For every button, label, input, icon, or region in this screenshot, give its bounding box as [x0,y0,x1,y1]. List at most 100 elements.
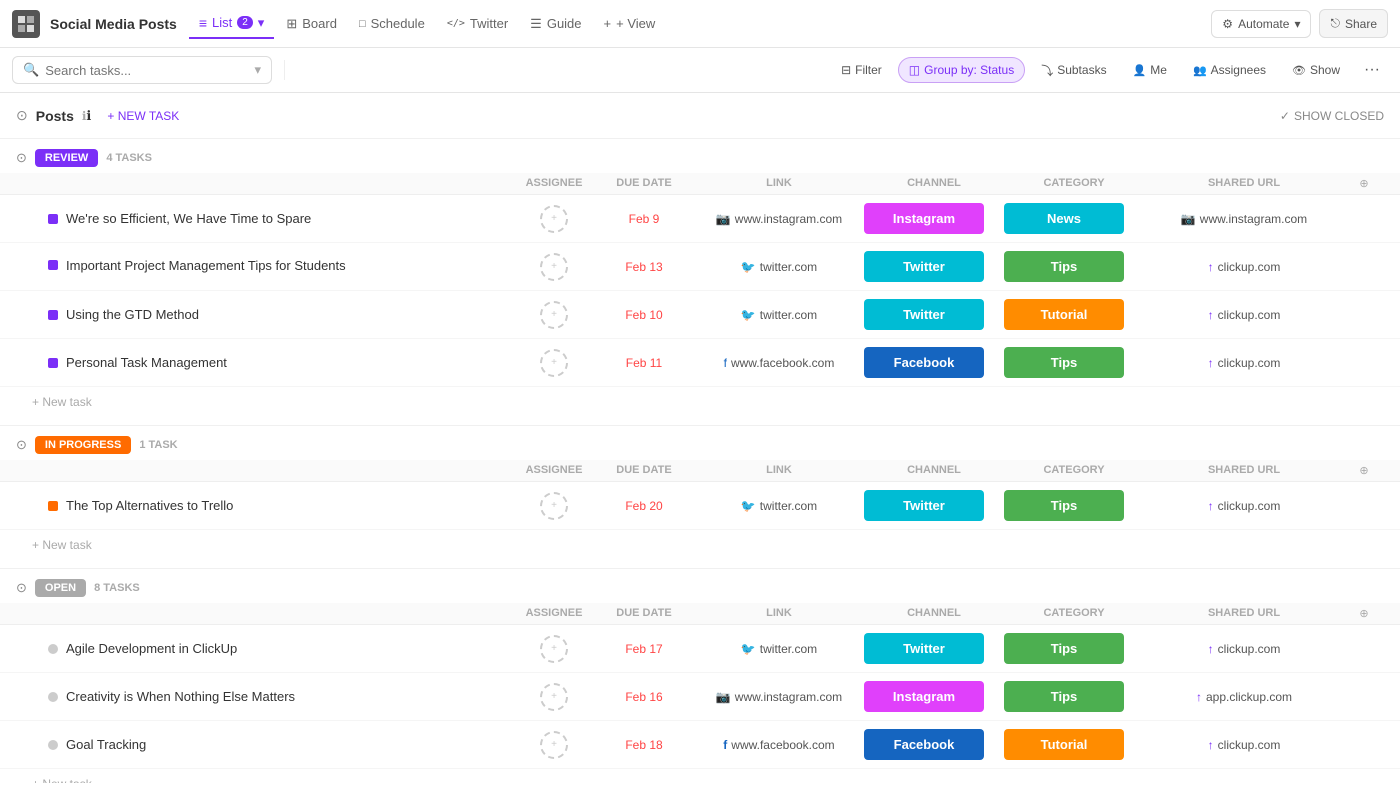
chevron-down-icon: ▾ [1294,17,1300,31]
channel-badge: Facebook [864,729,984,760]
due-date: Feb 9 [594,212,694,226]
inprogress-new-task-btn[interactable]: + New task [0,530,1400,560]
review-status-badge: REVIEW [35,149,98,167]
open-new-task-btn[interactable]: + New task [0,769,1400,783]
board-icon: ⊞ [286,16,297,32]
assignee-avatar[interactable]: + [540,301,568,329]
review-group: ⊙ REVIEW 4 TASKS ASSIGNEE DUE DATE LINK … [0,139,1400,417]
inprogress-status-badge: IN PROGRESS [35,436,131,454]
assignee-avatar[interactable]: + [540,635,568,663]
table-row: Agile Development in ClickUp + Feb 17 🐦 … [0,625,1400,673]
filter-btn[interactable]: ⊟ Filter [831,58,892,82]
tab-schedule[interactable]: □ Schedule [349,10,435,37]
add-column-btn[interactable]: ⊕ [1344,177,1384,190]
link-cell[interactable]: 🐦 twitter.com [694,260,864,274]
open-task-count: 8 TASKS [94,582,140,594]
task-name[interactable]: Important Project Management Tips for St… [66,257,346,275]
link-cell[interactable]: 🐦 twitter.com [694,642,864,656]
main-content: ⊙ Posts ℹ + NEW TASK ✓ SHOW CLOSED ⊙ REV… [0,93,1400,783]
task-name[interactable]: We're so Efficient, We Have Time to Spar… [66,211,311,226]
plus-icon: + [604,16,612,31]
task-name-cell: Important Project Management Tips for St… [48,257,514,275]
review-toggle[interactable]: ⊙ [16,150,27,166]
channel-badge: Twitter [864,251,984,282]
add-column-btn3[interactable]: ⊕ [1344,607,1384,620]
posts-title: Posts [36,108,74,124]
twitter-icon: 🐦 [741,260,756,274]
subtasks-btn[interactable]: ⤵ Subtasks [1031,57,1116,84]
task-name[interactable]: Using the GTD Method [66,307,199,322]
assignee-avatar[interactable]: + [540,492,568,520]
task-name[interactable]: Personal Task Management [66,355,227,370]
category-badge: Tutorial [1004,299,1124,330]
shared-url-cell[interactable]: ↑ clickup.com [1144,499,1344,513]
nav-right: ⚙ Automate ▾ ⎋ Share [1211,9,1388,38]
assignee-avatar[interactable]: + [540,683,568,711]
tab-twitter-view[interactable]: </> Twitter [437,10,518,37]
shared-url-cell[interactable]: ↑ clickup.com [1144,308,1344,322]
shared-url-cell[interactable]: ↑ clickup.com [1144,260,1344,274]
show-closed-btn[interactable]: ✓ SHOW CLOSED [1280,109,1384,123]
link-cell[interactable]: f www.facebook.com [694,356,864,370]
me-btn[interactable]: 👤 Me [1123,58,1177,82]
assignee-avatar[interactable]: + [540,349,568,377]
category-badge: Tips [1004,251,1124,282]
tab-guide[interactable]: ☰ Guide [520,10,591,38]
link-cell[interactable]: 📷 www.instagram.com [694,690,864,704]
shared-url-cell[interactable]: ↑ clickup.com [1144,738,1344,752]
clickup-icon: ↑ [1208,738,1214,752]
assignee-avatar[interactable]: + [540,253,568,281]
clickup-icon: ↑ [1208,356,1214,370]
link-cell[interactable]: 📷 www.instagram.com [694,212,864,226]
channel-badge: Facebook [864,347,984,378]
posts-toggle[interactable]: ⊙ [16,107,28,124]
tab-list[interactable]: ≡ List 2 ▾ [189,9,275,39]
chevron-down-icon: ▾ [254,62,261,78]
task-name[interactable]: Goal Tracking [66,737,146,752]
review-task-count: 4 TASKS [106,152,152,164]
col-category: CATEGORY [1004,177,1144,190]
show-btn[interactable]: 👁 Show [1282,58,1350,82]
check-icon: ✓ [1280,109,1290,123]
table-row: We're so Efficient, We Have Time to Spar… [0,195,1400,243]
col-assignee: ASSIGNEE [514,177,594,190]
toolbar-right: ⊟ Filter ◫ Group by: Status ⤵ Subtasks 👤… [831,56,1388,84]
inprogress-task-count: 1 TASK [139,439,177,451]
assignee-avatar[interactable]: + [540,205,568,233]
tab-board[interactable]: ⊞ Board [276,10,347,38]
link-cell[interactable]: 🐦 twitter.com [694,308,864,322]
link-cell[interactable]: 🐦 twitter.com [694,499,864,513]
search-box[interactable]: 🔍 ▾ [12,56,272,84]
code-icon: </> [447,18,465,29]
open-toggle[interactable]: ⊙ [16,580,27,596]
new-task-header-btn[interactable]: + NEW TASK [107,109,179,123]
task-name-cell: Personal Task Management [48,355,514,370]
task-name[interactable]: Agile Development in ClickUp [66,641,237,656]
category-badge: News [1004,203,1124,234]
due-date: Feb 16 [594,690,694,704]
task-name-cell: Creativity is When Nothing Else Matters [48,689,514,704]
more-options-btn[interactable]: ··· [1356,56,1388,84]
task-name[interactable]: The Top Alternatives to Trello [66,498,233,513]
task-name[interactable]: Creativity is When Nothing Else Matters [66,689,295,704]
shared-url-cell[interactable]: ↑ app.clickup.com [1144,690,1344,704]
shared-url-cell[interactable]: ↑ clickup.com [1144,356,1344,370]
shared-url-cell[interactable]: ↑ clickup.com [1144,642,1344,656]
assignees-btn[interactable]: 👥 Assignees [1183,58,1276,82]
group-by-btn[interactable]: ◫ Group by: Status [898,57,1025,83]
table-row: Creativity is When Nothing Else Matters … [0,673,1400,721]
assignee-avatar[interactable]: + [540,731,568,759]
share-icon: ⎋ [1330,16,1340,31]
add-column-btn2[interactable]: ⊕ [1344,464,1384,477]
link-cell[interactable]: f www.facebook.com [694,738,864,752]
inprogress-toggle[interactable]: ⊙ [16,437,27,453]
task-name-cell: Goal Tracking [48,737,514,752]
automate-button[interactable]: ⚙ Automate ▾ [1211,10,1311,38]
search-icon: 🔍 [23,62,39,78]
review-new-task-btn[interactable]: + New task [0,387,1400,417]
add-view-btn[interactable]: + + View [594,10,666,37]
search-input[interactable] [45,63,225,78]
clickup-icon: ↑ [1208,308,1214,322]
share-button[interactable]: ⎋ Share [1319,9,1388,38]
shared-url-cell[interactable]: 📷 www.instagram.com [1144,212,1344,226]
